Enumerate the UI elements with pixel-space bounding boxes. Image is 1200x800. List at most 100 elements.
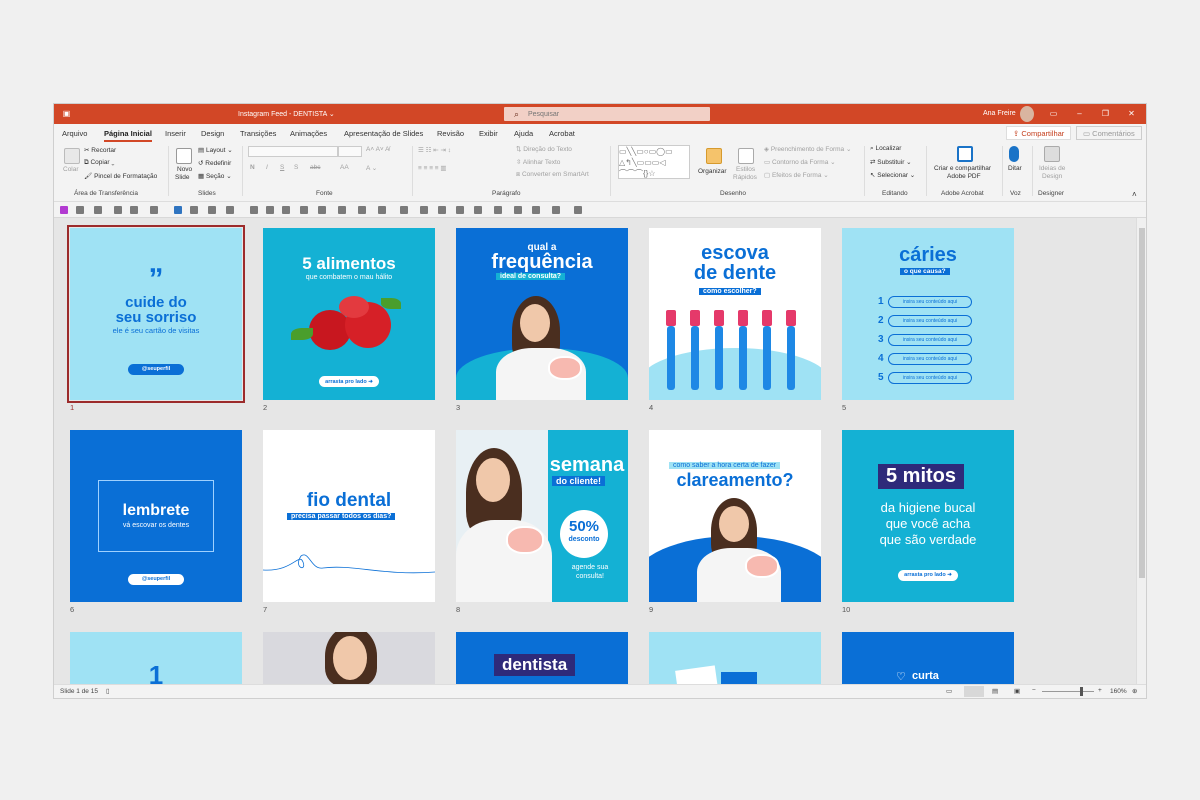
new-slide-button[interactable]: Novo: [177, 166, 192, 173]
strike-button[interactable]: abc: [310, 164, 320, 171]
tab-design[interactable]: Design: [201, 129, 224, 138]
tab-arquivo[interactable]: Arquivo: [62, 129, 87, 138]
shadow-button[interactable]: S: [294, 164, 298, 171]
fill-icon[interactable]: [318, 206, 326, 214]
zoom-out-icon[interactable]: −: [1032, 687, 1036, 694]
shape-fill-icon[interactable]: [208, 206, 216, 214]
slide-icon[interactable]: [150, 206, 158, 214]
slide-9[interactable]: como saber a hora certa de fazer claream…: [649, 430, 821, 602]
select-button[interactable]: ↖ Selecionar ⌄: [870, 171, 915, 179]
search-input[interactable]: [528, 108, 698, 120]
rotate-icon[interactable]: [494, 206, 502, 214]
tab-ajuda[interactable]: Ajuda: [514, 129, 533, 138]
cut-button[interactable]: ✂ Recortar: [84, 146, 116, 154]
redo-icon[interactable]: [114, 206, 122, 214]
bullets-icon[interactable]: ☰ ☷ ⇤ ⇥ ↕: [418, 146, 451, 154]
save-icon[interactable]: ▣: [62, 109, 71, 118]
slide-5[interactable]: cáries o que causa? 1 insira seu conteúd…: [842, 228, 1014, 400]
restore-icon[interactable]: ❐: [1101, 109, 1110, 118]
search-box[interactable]: ⌕: [504, 107, 710, 121]
print-icon[interactable]: [514, 206, 522, 214]
slide-2[interactable]: 5 alimentos que combatem o mau hálito ar…: [263, 228, 435, 400]
avatar[interactable]: [1020, 106, 1034, 122]
normal-view-icon[interactable]: ▭: [946, 687, 952, 695]
create-pdf-button[interactable]: Criar e compartilhar: [934, 165, 991, 172]
vertical-scrollbar[interactable]: [1136, 218, 1146, 684]
image-icon[interactable]: [190, 206, 198, 214]
pdf-icon[interactable]: [957, 146, 973, 162]
slide-14[interactable]: [649, 632, 821, 684]
quick-styles-icon[interactable]: [738, 148, 754, 164]
slide-12[interactable]: [263, 632, 435, 684]
section-button[interactable]: ▦ Seção ⌄: [198, 172, 232, 180]
slide-7[interactable]: fio dental precisa passar todos os dias?: [263, 430, 435, 602]
collapse-ribbon-icon[interactable]: ˄: [1132, 190, 1137, 199]
slide-15[interactable]: ♡ curta: [842, 632, 1014, 684]
shape-fill-button[interactable]: ◈ Preenchimento de Forma ⌄: [764, 145, 851, 153]
tab-revisao[interactable]: Revisão: [437, 129, 464, 138]
bold-icon[interactable]: [300, 206, 308, 214]
align-bottom-icon[interactable]: [456, 206, 464, 214]
customize-icon[interactable]: [574, 206, 582, 214]
new-slide-icon[interactable]: [176, 148, 192, 164]
user-name[interactable]: Ana Freire: [983, 110, 1016, 117]
comments-button[interactable]: ▭ Comentários: [1076, 126, 1142, 140]
accessibility-icon[interactable]: ▯: [106, 687, 110, 695]
quick-styles-button[interactable]: Estilos: [736, 166, 755, 173]
tab-inserir[interactable]: Inserir: [165, 129, 186, 138]
paste-button[interactable]: Colar: [63, 166, 79, 173]
align-center-icon[interactable]: [266, 206, 274, 214]
font-name-combo[interactable]: [248, 146, 338, 157]
create-pdf-label2[interactable]: Adobe PDF: [947, 173, 981, 180]
group-icon[interactable]: [400, 206, 408, 214]
shape-effects-button[interactable]: ▢ Efeitos de Forma ⌄: [764, 171, 829, 179]
design-ideas-button[interactable]: Ideias de: [1039, 165, 1065, 172]
replace-button[interactable]: ⇄ Substituir ⌄: [870, 158, 912, 166]
microphone-icon[interactable]: [1009, 146, 1019, 162]
new-slide-label2[interactable]: Slide: [175, 174, 189, 181]
zoom-level[interactable]: 160%: [1110, 688, 1127, 695]
save-icon[interactable]: [60, 206, 68, 214]
ribbon-display-icon[interactable]: ▭: [1049, 109, 1058, 118]
quick-styles-label2[interactable]: Rápidos: [733, 174, 757, 181]
align-left-icon[interactable]: [250, 206, 258, 214]
copy-button[interactable]: ⧉ Copiar ⌄: [84, 159, 114, 167]
text-direction-button[interactable]: ⇅ Direção do Texto: [516, 145, 572, 153]
scrollbar-thumb[interactable]: [1139, 228, 1145, 578]
font-color-icon[interactable]: A ⌄: [366, 164, 377, 172]
slide-6[interactable]: lembrete vá escovar os dentes @seuperfil: [70, 430, 242, 602]
minimize-icon[interactable]: –: [1075, 109, 1084, 118]
line-icon[interactable]: [338, 206, 346, 214]
slide-4[interactable]: escova de dente como escolher?: [649, 228, 821, 400]
link-icon[interactable]: [552, 206, 560, 214]
picture-icon[interactable]: [174, 206, 182, 214]
tab-pagina-inicial[interactable]: Página Inicial: [104, 129, 152, 142]
reset-button[interactable]: ↺ Redefinir: [198, 159, 231, 167]
arrange-icon[interactable]: [706, 148, 722, 164]
align-top-icon[interactable]: [420, 206, 428, 214]
align-icons[interactable]: ≡ ≡ ≡ ≡ ▥: [418, 164, 447, 172]
paste-icon[interactable]: [64, 148, 80, 164]
tab-acrobat[interactable]: Acrobat: [549, 129, 575, 138]
text-color-icon[interactable]: [226, 206, 234, 214]
tab-apresentacao[interactable]: Apresentação de Slides: [344, 129, 423, 138]
arrange-icon[interactable]: [378, 206, 386, 214]
bold-button[interactable]: N: [250, 164, 255, 171]
slide-13[interactable]: dentista: [456, 632, 628, 684]
dictate-button[interactable]: Ditar: [1008, 165, 1022, 172]
slide-11[interactable]: 1: [70, 632, 242, 684]
font-size-combo[interactable]: [338, 146, 362, 157]
share-button[interactable]: ⇪ Compartilhar: [1006, 126, 1072, 140]
shape-outline-button[interactable]: ▭ Contorno da Forma ⌄: [764, 158, 836, 166]
table-icon[interactable]: [130, 206, 138, 214]
clipboard-icon[interactable]: [76, 206, 84, 214]
slide-10[interactable]: 5 mitos da higiene bucal que você acha q…: [842, 430, 1014, 602]
align-middle-icon[interactable]: [438, 206, 446, 214]
italic-button[interactable]: I: [266, 164, 268, 171]
design-ideas-icon[interactable]: [1044, 146, 1060, 162]
format-painter-button[interactable]: 🖌 Pincel de Formatação: [84, 172, 157, 180]
find-button[interactable]: ⌕ Localizar: [870, 145, 901, 153]
crop-icon[interactable]: [532, 206, 540, 214]
tab-transicoes[interactable]: Transições: [240, 129, 276, 138]
arrange-button[interactable]: Organizar: [698, 168, 727, 175]
